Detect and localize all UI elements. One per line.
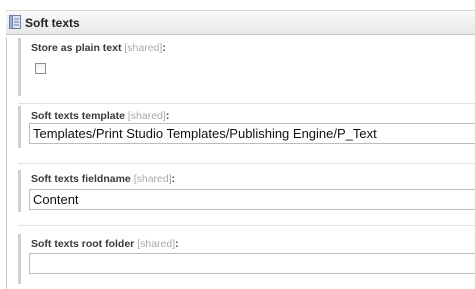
shared-tag: [shared]	[124, 42, 163, 54]
field-label-soft-texts-root-folder: Soft texts root folder [shared]:	[31, 238, 179, 250]
soft-texts-panel: Soft texts Store as plain text [shared]:…	[0, 0, 475, 289]
field-label-text: Soft texts root folder	[31, 238, 135, 250]
soft-texts-template-input[interactable]: Templates/Print Studio Templates/Publish…	[29, 123, 475, 144]
panel-left-border	[6, 38, 7, 289]
panel-header: Soft texts	[6, 10, 475, 35]
section-divider	[18, 103, 475, 104]
panel-title: Soft texts	[25, 16, 80, 30]
label-colon: :	[162, 42, 166, 54]
field-label-text: Soft texts template	[31, 110, 125, 122]
shared-tag: [shared]	[133, 173, 172, 185]
shared-tag: [shared]	[137, 238, 176, 250]
field-label-text: Soft texts fieldname	[31, 173, 131, 185]
field-label-store-as-plain-text: Store as plain text [shared]:	[31, 42, 166, 54]
label-colon: :	[171, 173, 176, 185]
document-icon	[9, 15, 21, 29]
section-divider	[18, 225, 475, 226]
shared-tag: [shared]	[127, 110, 166, 122]
field-label-text: Store as plain text	[31, 42, 122, 54]
label-colon: :	[175, 238, 179, 250]
soft-texts-root-folder-input[interactable]	[29, 253, 475, 274]
store-as-plain-text-checkbox[interactable]	[35, 63, 46, 74]
soft-texts-fieldname-input[interactable]: Content	[29, 189, 475, 210]
label-colon: :	[165, 110, 170, 122]
field-label-soft-texts-template: Soft texts template [shared]:	[31, 110, 169, 122]
field-label-soft-texts-fieldname: Soft texts fieldname [shared]:	[31, 173, 175, 185]
section-divider	[18, 163, 475, 164]
field-store-as-plain-text: Store as plain text [shared]:	[18, 38, 475, 96]
